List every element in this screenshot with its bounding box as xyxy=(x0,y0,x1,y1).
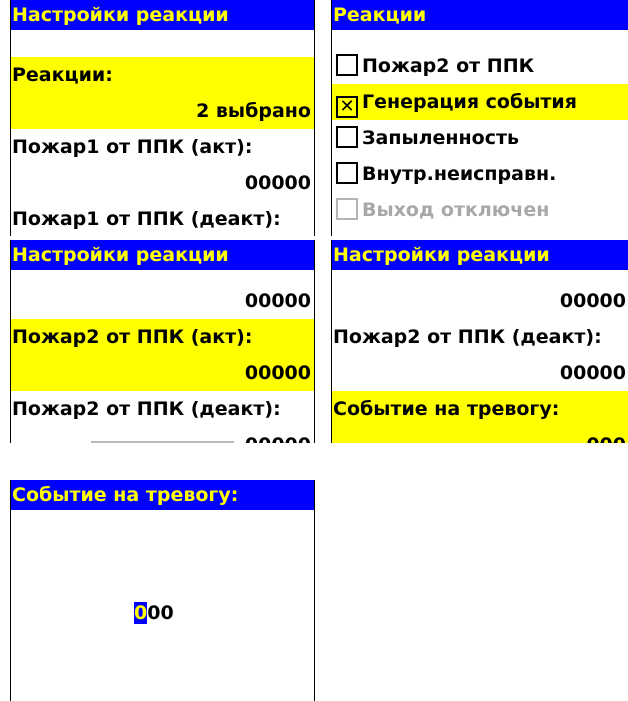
setting-label: Событие на тревогу: xyxy=(333,398,560,420)
fire1-deact-value-row[interactable]: 00000 xyxy=(11,283,314,319)
checkbox-item-event-generation[interactable]: ✕ Генерация события xyxy=(332,84,628,120)
screen-title: Реакции xyxy=(332,0,628,30)
setting-value: 00000 xyxy=(244,290,311,312)
checkbox-icon[interactable] xyxy=(336,54,358,76)
checkbox-label: Выход отключен xyxy=(362,199,550,221)
value-remaining-digits: 00 xyxy=(147,602,174,624)
checkbox-item-fire2[interactable]: Пожар2 от ППК xyxy=(332,48,628,84)
screen-title: Событие на тревогу: xyxy=(11,480,314,510)
screen-title: Настройки реакции xyxy=(11,0,314,30)
divider xyxy=(91,441,234,443)
menu-item-fire1-deact[interactable]: Пожар1 от ППК (деакт): xyxy=(11,201,314,236)
setting-label: Пожар2 от ППК (деакт): xyxy=(333,326,602,348)
checkbox-label: Генерация события xyxy=(362,91,577,113)
setting-label: Пожар1 от ППК (деакт): xyxy=(12,208,281,230)
screen-title: Настройки реакции xyxy=(332,240,628,270)
setting-value: 00000 xyxy=(559,362,626,384)
menu-item-fire1-act[interactable]: Пожар1 от ППК (акт): xyxy=(11,129,314,165)
edit-cursor-digit[interactable]: 0 xyxy=(134,602,148,624)
screen-reactions-list: Реакции Пожар2 от ППК ✕ Генерация события… xyxy=(331,0,628,236)
menu-item-fire2-deact[interactable]: Пожар2 от ППК (деакт): xyxy=(332,319,628,355)
menu-item-fire2-act[interactable]: Пожар2 от ППК (акт): xyxy=(11,319,314,355)
checkbox-label: Запыленность xyxy=(362,127,520,149)
checkbox-label: Пожар2 от ППК xyxy=(362,55,535,77)
fire1-act-value-row[interactable]: 00000 xyxy=(11,165,314,201)
reactions-value-row[interactable]: 2 выбрано xyxy=(11,93,314,129)
menu-item-alarm-event[interactable]: Событие на тревогу: xyxy=(332,391,628,427)
setting-label: Пожар2 от ППК (деакт): xyxy=(12,398,281,420)
setting-value: 000 xyxy=(586,427,626,443)
disabled-checkbox-icon xyxy=(336,198,358,220)
alarm-event-value-editor[interactable]: 000 xyxy=(134,602,174,624)
screen-reaction-settings-4: Настройки реакции 00000 Пожар2 от ППК (д… xyxy=(331,240,628,443)
checkbox-item-output-disabled: Выход отключен xyxy=(332,192,628,228)
checkbox-label: Внутр.неисправн. xyxy=(362,163,557,185)
menu-item-fire2-deact[interactable]: Пожар2 от ППК (деакт): xyxy=(11,391,314,427)
checkbox-item-internal-fault[interactable]: Внутр.неисправн. xyxy=(332,156,628,192)
setting-value: 00000 xyxy=(559,290,626,312)
checked-checkbox-icon[interactable]: ✕ xyxy=(336,96,358,118)
checkbox-icon[interactable] xyxy=(336,162,358,184)
screen-title: Настройки реакции xyxy=(11,240,314,270)
setting-value: 00000 xyxy=(244,362,311,384)
alarm-event-value-row[interactable]: 000 xyxy=(332,427,628,443)
setting-label: Пожар2 от ППК (акт): xyxy=(12,326,253,348)
setting-label: Пожар1 от ППК (акт): xyxy=(12,136,253,158)
fire2-deact-value-row[interactable]: 00000 xyxy=(332,355,628,391)
checkbox-icon[interactable] xyxy=(336,126,358,148)
fire1-deact-value-row[interactable]: 00000 xyxy=(332,283,628,319)
fire2-act-value-row[interactable]: 00000 xyxy=(11,355,314,391)
screen-reaction-settings-1: Настройки реакции Реакции: 2 выбрано Пож… xyxy=(10,0,315,236)
screen-alarm-event-edit: Событие на тревогу: 000 xyxy=(10,480,315,701)
screen-reaction-settings-3: Настройки реакции 00000 Пожар2 от ППК (а… xyxy=(10,240,315,443)
checkbox-item-dustiness[interactable]: Запыленность xyxy=(332,120,628,156)
setting-value: 2 выбрано xyxy=(196,100,311,122)
menu-item-reactions[interactable]: Реакции: xyxy=(11,57,314,93)
setting-label: Реакции: xyxy=(12,64,113,86)
setting-value: 00000 xyxy=(244,172,311,194)
setting-value: 00000 xyxy=(245,427,311,443)
